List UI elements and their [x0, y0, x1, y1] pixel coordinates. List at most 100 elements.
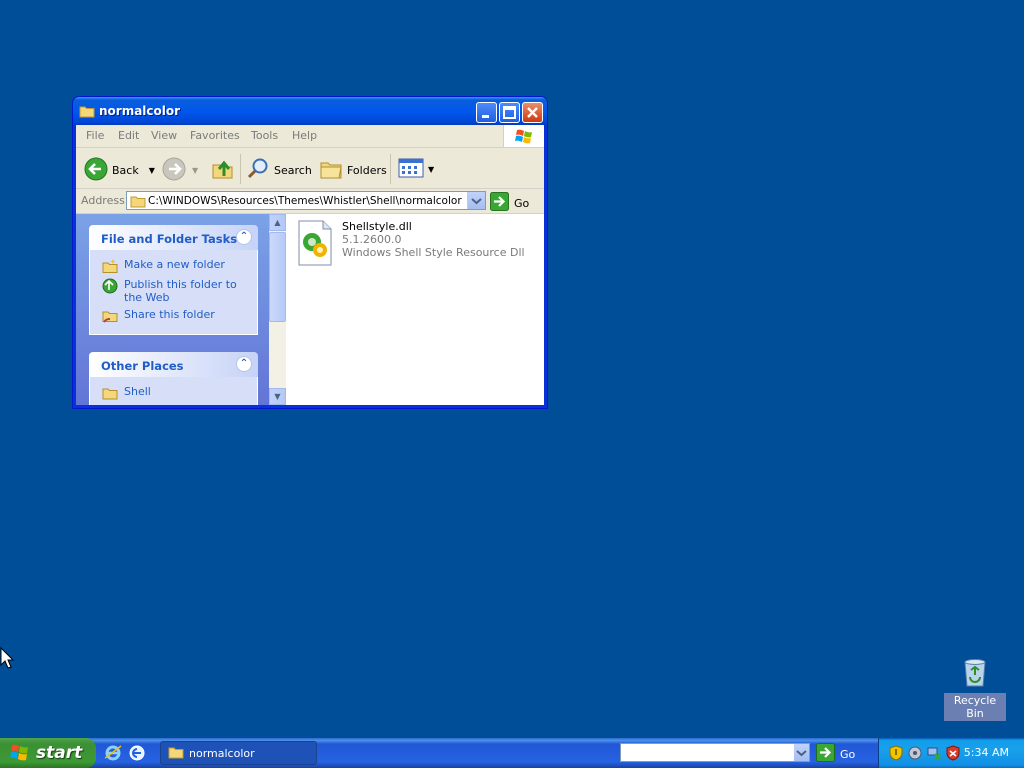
- title-bar[interactable]: normalcolor: [73, 97, 547, 125]
- network-icon[interactable]: [926, 745, 942, 764]
- task-share-folder[interactable]: Share this folder: [102, 308, 247, 324]
- globe-publish-icon: [102, 278, 118, 294]
- other-places-body: Shell: [89, 377, 258, 405]
- taskbar-go-button[interactable]: Go: [816, 743, 855, 765]
- folder-icon: [102, 385, 118, 401]
- collapse-chevron-icon[interactable]: ⌃: [236, 356, 252, 372]
- scroll-up-button[interactable]: ▲: [269, 214, 286, 231]
- menu-view[interactable]: View: [151, 129, 177, 142]
- task-label: Publish this folder to the Web: [124, 278, 237, 304]
- taskbar-address-dropdown[interactable]: [794, 744, 809, 761]
- views-dropdown-icon: ▼: [428, 165, 435, 174]
- share-folder-icon: [102, 308, 118, 324]
- window-client: File Edit View Favorites Tools Help Back…: [76, 125, 544, 405]
- other-places-header[interactable]: Other Places ⌃: [89, 352, 258, 377]
- file-name: Shellstyle.dll: [342, 220, 412, 233]
- quick-launch: [104, 744, 146, 765]
- task-make-new-folder[interactable]: Make a new folder: [102, 258, 247, 274]
- up-folder-button[interactable]: [210, 156, 236, 185]
- menu-file[interactable]: File: [86, 129, 104, 142]
- internet-explorer-icon[interactable]: [104, 744, 122, 765]
- file-list[interactable]: Shellstyle.dll 5.1.2600.0 Windows Shell …: [286, 214, 544, 405]
- menu-favorites[interactable]: Favorites: [190, 129, 240, 142]
- toolbar-separator: [390, 154, 391, 184]
- file-folder-tasks-header[interactable]: File and Folder Tasks ⌃: [89, 225, 258, 250]
- go-arrow-icon: [816, 743, 835, 765]
- task-label: Make a new folder: [124, 258, 225, 271]
- menu-help[interactable]: Help: [292, 129, 317, 142]
- windows-flag-icon: [10, 743, 30, 764]
- recycle-bin-icon: [959, 659, 991, 691]
- close-button[interactable]: [522, 102, 543, 123]
- start-button[interactable]: start: [0, 738, 96, 768]
- back-arrow-icon: [84, 157, 108, 184]
- views-icon: [398, 157, 424, 182]
- taskbar-window-button[interactable]: normalcolor: [160, 741, 317, 765]
- explorer-window[interactable]: normalcolor File Edit View Favorites Too…: [72, 96, 548, 409]
- folder-icon: [79, 104, 95, 121]
- security-shield-icon[interactable]: [888, 745, 904, 764]
- scroll-down-button[interactable]: ▼: [269, 388, 286, 405]
- security-alert-icon[interactable]: [945, 745, 961, 764]
- file-folder-tasks-panel: File and Folder Tasks ⌃ Make a new folde…: [89, 225, 258, 335]
- new-folder-icon: [102, 258, 118, 274]
- menu-edit[interactable]: Edit: [118, 129, 139, 142]
- place-label: Shell: [124, 385, 151, 398]
- address-bar: Address C:\WINDOWS\Resources\Themes\Whis…: [76, 189, 544, 214]
- menu-tools[interactable]: Tools: [251, 129, 278, 142]
- task-pane: File and Folder Tasks ⌃ Make a new folde…: [76, 214, 269, 405]
- file-details: Shellstyle.dll 5.1.2600.0 Windows Shell …: [342, 220, 525, 269]
- clock[interactable]: 5:34 AM: [964, 746, 1009, 759]
- search-label: Search: [274, 164, 312, 177]
- taskbar: start normalcolor Go 5:34 AM: [0, 738, 1024, 768]
- task-pane-scrollbar[interactable]: ▲ ▼: [269, 214, 286, 405]
- file-folder-tasks-body: Make a new folder Publish this folder to…: [89, 250, 258, 335]
- volume-icon[interactable]: [907, 745, 923, 764]
- forward-dropdown-icon[interactable]: ▼: [192, 166, 198, 175]
- task-label: Share this folder: [124, 308, 215, 321]
- search-button[interactable]: Search: [246, 157, 312, 184]
- folders-label: Folders: [347, 164, 387, 177]
- go-arrow-icon: [490, 192, 509, 214]
- recycle-bin-desktop-icon[interactable]: Recycle Bin: [944, 656, 1006, 721]
- file-item[interactable]: Shellstyle.dll 5.1.2600.0 Windows Shell …: [296, 220, 525, 269]
- forward-button[interactable]: ▼: [162, 157, 198, 184]
- folders-icon: [319, 157, 343, 184]
- file-version: 5.1.2600.0: [342, 233, 402, 246]
- collapse-chevron-icon[interactable]: ⌃: [236, 229, 252, 245]
- recycle-bin-label: Recycle Bin: [944, 693, 1006, 721]
- place-shell[interactable]: Shell: [102, 385, 247, 401]
- views-button[interactable]: ▼: [398, 157, 434, 182]
- back-label: Back: [112, 164, 139, 177]
- scroll-thumb[interactable]: [269, 232, 286, 322]
- folder-icon: [168, 745, 184, 762]
- file-folder-tasks-title: File and Folder Tasks: [101, 232, 238, 246]
- task-publish-folder[interactable]: Publish this folder to the Web: [102, 278, 247, 304]
- mouse-cursor-icon: [0, 646, 15, 672]
- file-description: Windows Shell Style Resource Dll: [342, 246, 525, 259]
- go-button[interactable]: Go: [490, 192, 529, 214]
- address-label: Address: [81, 194, 125, 207]
- go-label: Go: [514, 196, 530, 210]
- toolbar-separator: [240, 154, 241, 184]
- search-icon: [246, 157, 270, 184]
- dll-file-icon: [296, 220, 334, 269]
- windows-logo-icon: [503, 125, 544, 147]
- taskbar-window-label: normalcolor: [189, 746, 255, 760]
- other-places-panel: Other Places ⌃ Shell: [89, 352, 258, 405]
- back-dropdown-icon[interactable]: ▼: [149, 166, 155, 175]
- address-dropdown-button[interactable]: [467, 192, 485, 209]
- folder-icon: [130, 194, 146, 211]
- address-input[interactable]: C:\WINDOWS\Resources\Themes\Whistler\She…: [126, 191, 486, 210]
- window-title: normalcolor: [99, 104, 181, 118]
- outlook-express-icon[interactable]: [128, 744, 146, 765]
- minimize-button[interactable]: [476, 102, 497, 123]
- back-button[interactable]: Back ▼: [84, 157, 155, 184]
- taskbar-address-input[interactable]: [620, 743, 810, 762]
- up-folder-icon: [210, 156, 236, 185]
- taskbar-go-label: Go: [840, 747, 856, 761]
- menu-bar: File Edit View Favorites Tools Help: [76, 125, 544, 148]
- start-label: start: [36, 743, 83, 763]
- folders-button[interactable]: Folders: [319, 157, 387, 184]
- maximize-button[interactable]: [499, 102, 520, 123]
